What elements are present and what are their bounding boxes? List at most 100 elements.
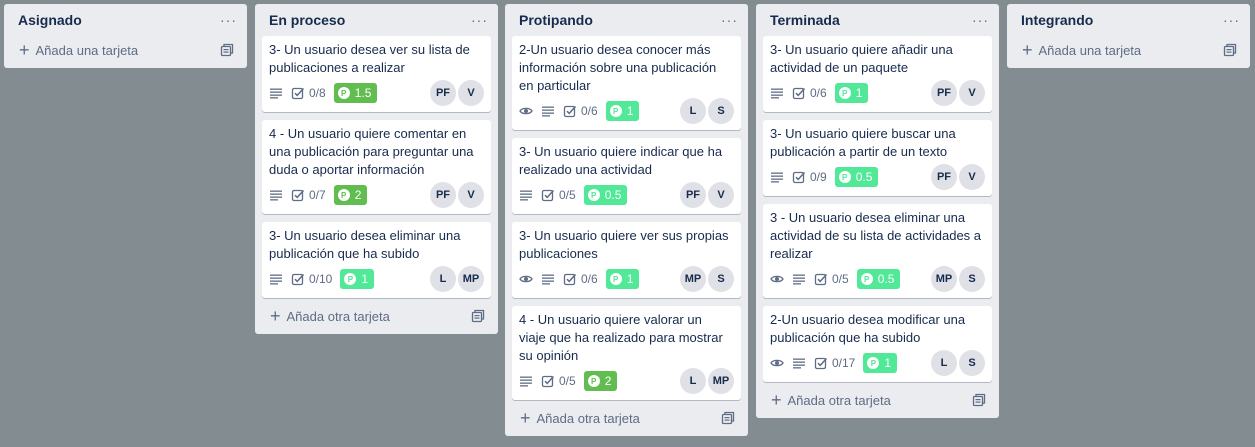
- add-card-button[interactable]: + Añada una tarjeta: [1014, 32, 1243, 68]
- card-footer: 0/10 P 1 L MP: [269, 266, 484, 292]
- card[interactable]: 3- Un usuario desea eliminar una publica…: [262, 222, 491, 298]
- add-card-button[interactable]: + Añada otra tarjeta: [262, 298, 491, 334]
- card[interactable]: 3- Un usuario quiere indicar que ha real…: [512, 138, 741, 214]
- avatar[interactable]: PF: [931, 80, 957, 106]
- card-template-icon[interactable]: [220, 43, 234, 57]
- checklist-count: 0/6: [581, 104, 598, 118]
- add-card-button[interactable]: + Añada otra tarjeta: [763, 382, 992, 418]
- points-badge: P2: [583, 371, 618, 391]
- card[interactable]: 2-Un usuario desea modificar una publica…: [763, 306, 992, 382]
- description-icon: [770, 86, 784, 100]
- points-value: 2: [354, 188, 362, 202]
- points-value: 0.5: [877, 272, 895, 286]
- description-icon: [541, 104, 555, 118]
- avatar[interactable]: V: [959, 164, 985, 190]
- points-value: 0.5: [604, 188, 622, 202]
- add-card-button[interactable]: + Añada otra tarjeta: [512, 400, 741, 436]
- avatar[interactable]: S: [708, 98, 734, 124]
- card-badges: 0/6 P 1: [770, 83, 869, 103]
- points-value: 2: [604, 374, 612, 388]
- avatar[interactable]: MP: [708, 368, 734, 394]
- board: Asignado ··· + Añada una tarjeta En proceso ·…: [0, 0, 1255, 447]
- card-title: 4 - Un usuario quiere valorar un viaje q…: [519, 312, 723, 363]
- add-card-label: Añada otra tarjeta: [787, 392, 891, 408]
- list-title[interactable]: Integrando: [1021, 12, 1093, 28]
- ellipsis-icon[interactable]: ···: [471, 13, 488, 27]
- checklist-badge: 0/5: [814, 272, 849, 286]
- card[interactable]: 3- Un usuario desea ver su lista de publ…: [262, 36, 491, 112]
- avatar[interactable]: L: [680, 368, 706, 394]
- list-title[interactable]: En proceso: [269, 12, 345, 28]
- avatar[interactable]: L: [680, 98, 706, 124]
- card-template-icon[interactable]: [972, 393, 986, 407]
- card-footer: 0/17 P 1 L S: [770, 350, 985, 376]
- card-footer: 0/5 P 2 L MP: [519, 368, 734, 394]
- avatar[interactable]: V: [458, 182, 484, 208]
- avatar[interactable]: MP: [680, 266, 706, 292]
- checklist-badge: 0/6: [792, 86, 827, 100]
- card-title: 3- Un usuario desea ver su lista de publ…: [269, 42, 470, 75]
- card-template-icon[interactable]: [1223, 43, 1237, 57]
- avatar[interactable]: PF: [430, 182, 456, 208]
- card[interactable]: 2-Un usuario desea conocer más informaci…: [512, 36, 741, 130]
- avatar[interactable]: S: [959, 350, 985, 376]
- avatar[interactable]: L: [931, 350, 957, 376]
- ellipsis-icon[interactable]: ···: [220, 13, 237, 27]
- card[interactable]: 3- Un usuario quiere ver sus propias pub…: [512, 222, 741, 298]
- card-members: PF V: [931, 164, 985, 190]
- points-icon: P: [609, 105, 622, 117]
- avatar[interactable]: PF: [931, 164, 957, 190]
- card-list: 2-Un usuario desea conocer más informaci…: [512, 36, 741, 400]
- description-icon: [770, 170, 784, 184]
- eye-icon: [519, 104, 533, 118]
- card-footer: 0/8 P 1.5 PF V: [269, 80, 484, 106]
- ellipsis-icon[interactable]: ···: [1223, 13, 1240, 27]
- checklist-badge: 0/6: [563, 104, 598, 118]
- card[interactable]: 3 - Un usuario desea eliminar una activi…: [763, 204, 992, 298]
- card-footer: 0/9 P 0.5 PF V: [770, 164, 985, 190]
- avatar[interactable]: V: [959, 80, 985, 106]
- card-title: 3- Un usuario quiere buscar una publicac…: [770, 126, 956, 159]
- card-badges: 0/10 P 1: [269, 269, 375, 289]
- checklist-count: 0/6: [810, 86, 827, 100]
- avatar[interactable]: S: [959, 266, 985, 292]
- description-icon: [269, 86, 283, 100]
- checklist-icon: [291, 272, 305, 286]
- card-title: 2-Un usuario desea modificar una publica…: [770, 312, 966, 345]
- avatar[interactable]: PF: [430, 80, 456, 106]
- card-template-icon[interactable]: [471, 309, 485, 323]
- description-icon: [519, 374, 533, 388]
- list-title[interactable]: Asignado: [18, 12, 82, 28]
- checklist-badge: 0/10: [291, 272, 332, 286]
- ellipsis-icon[interactable]: ···: [972, 13, 989, 27]
- avatar[interactable]: V: [458, 80, 484, 106]
- ellipsis-icon[interactable]: ···: [721, 13, 738, 27]
- checklist-icon: [563, 104, 577, 118]
- card[interactable]: 4 - Un usuario quiere comentar en una pu…: [262, 120, 491, 214]
- card[interactable]: 3- Un usuario quiere buscar una publicac…: [763, 120, 992, 196]
- description-icon: [541, 272, 555, 286]
- list-title[interactable]: Terminada: [770, 12, 840, 28]
- checklist-icon: [541, 374, 555, 388]
- card-footer: 0/6 P 1 MP S: [519, 266, 734, 292]
- points-icon: P: [587, 189, 600, 201]
- card-badges: 0/17 P 1: [770, 353, 898, 373]
- add-card-left: + Añada otra tarjeta: [520, 409, 640, 427]
- description-icon: [792, 272, 806, 286]
- avatar[interactable]: V: [708, 182, 734, 208]
- list-title[interactable]: Protipando: [519, 12, 593, 28]
- plus-icon: +: [1022, 40, 1033, 60]
- avatar[interactable]: S: [708, 266, 734, 292]
- avatar[interactable]: MP: [458, 266, 484, 292]
- avatar[interactable]: L: [430, 266, 456, 292]
- card-template-icon[interactable]: [721, 411, 735, 425]
- eye-icon: [770, 356, 784, 370]
- description-icon: [269, 188, 283, 202]
- add-card-label: Añada otra tarjeta: [536, 410, 640, 426]
- avatar[interactable]: PF: [680, 182, 706, 208]
- add-card-button[interactable]: + Añada una tarjeta: [11, 32, 240, 68]
- card[interactable]: 4 - Un usuario quiere valorar un viaje q…: [512, 306, 741, 400]
- avatar[interactable]: MP: [931, 266, 957, 292]
- card[interactable]: 3- Un usuario quiere añadir una activida…: [763, 36, 992, 112]
- card-members: PF V: [430, 182, 484, 208]
